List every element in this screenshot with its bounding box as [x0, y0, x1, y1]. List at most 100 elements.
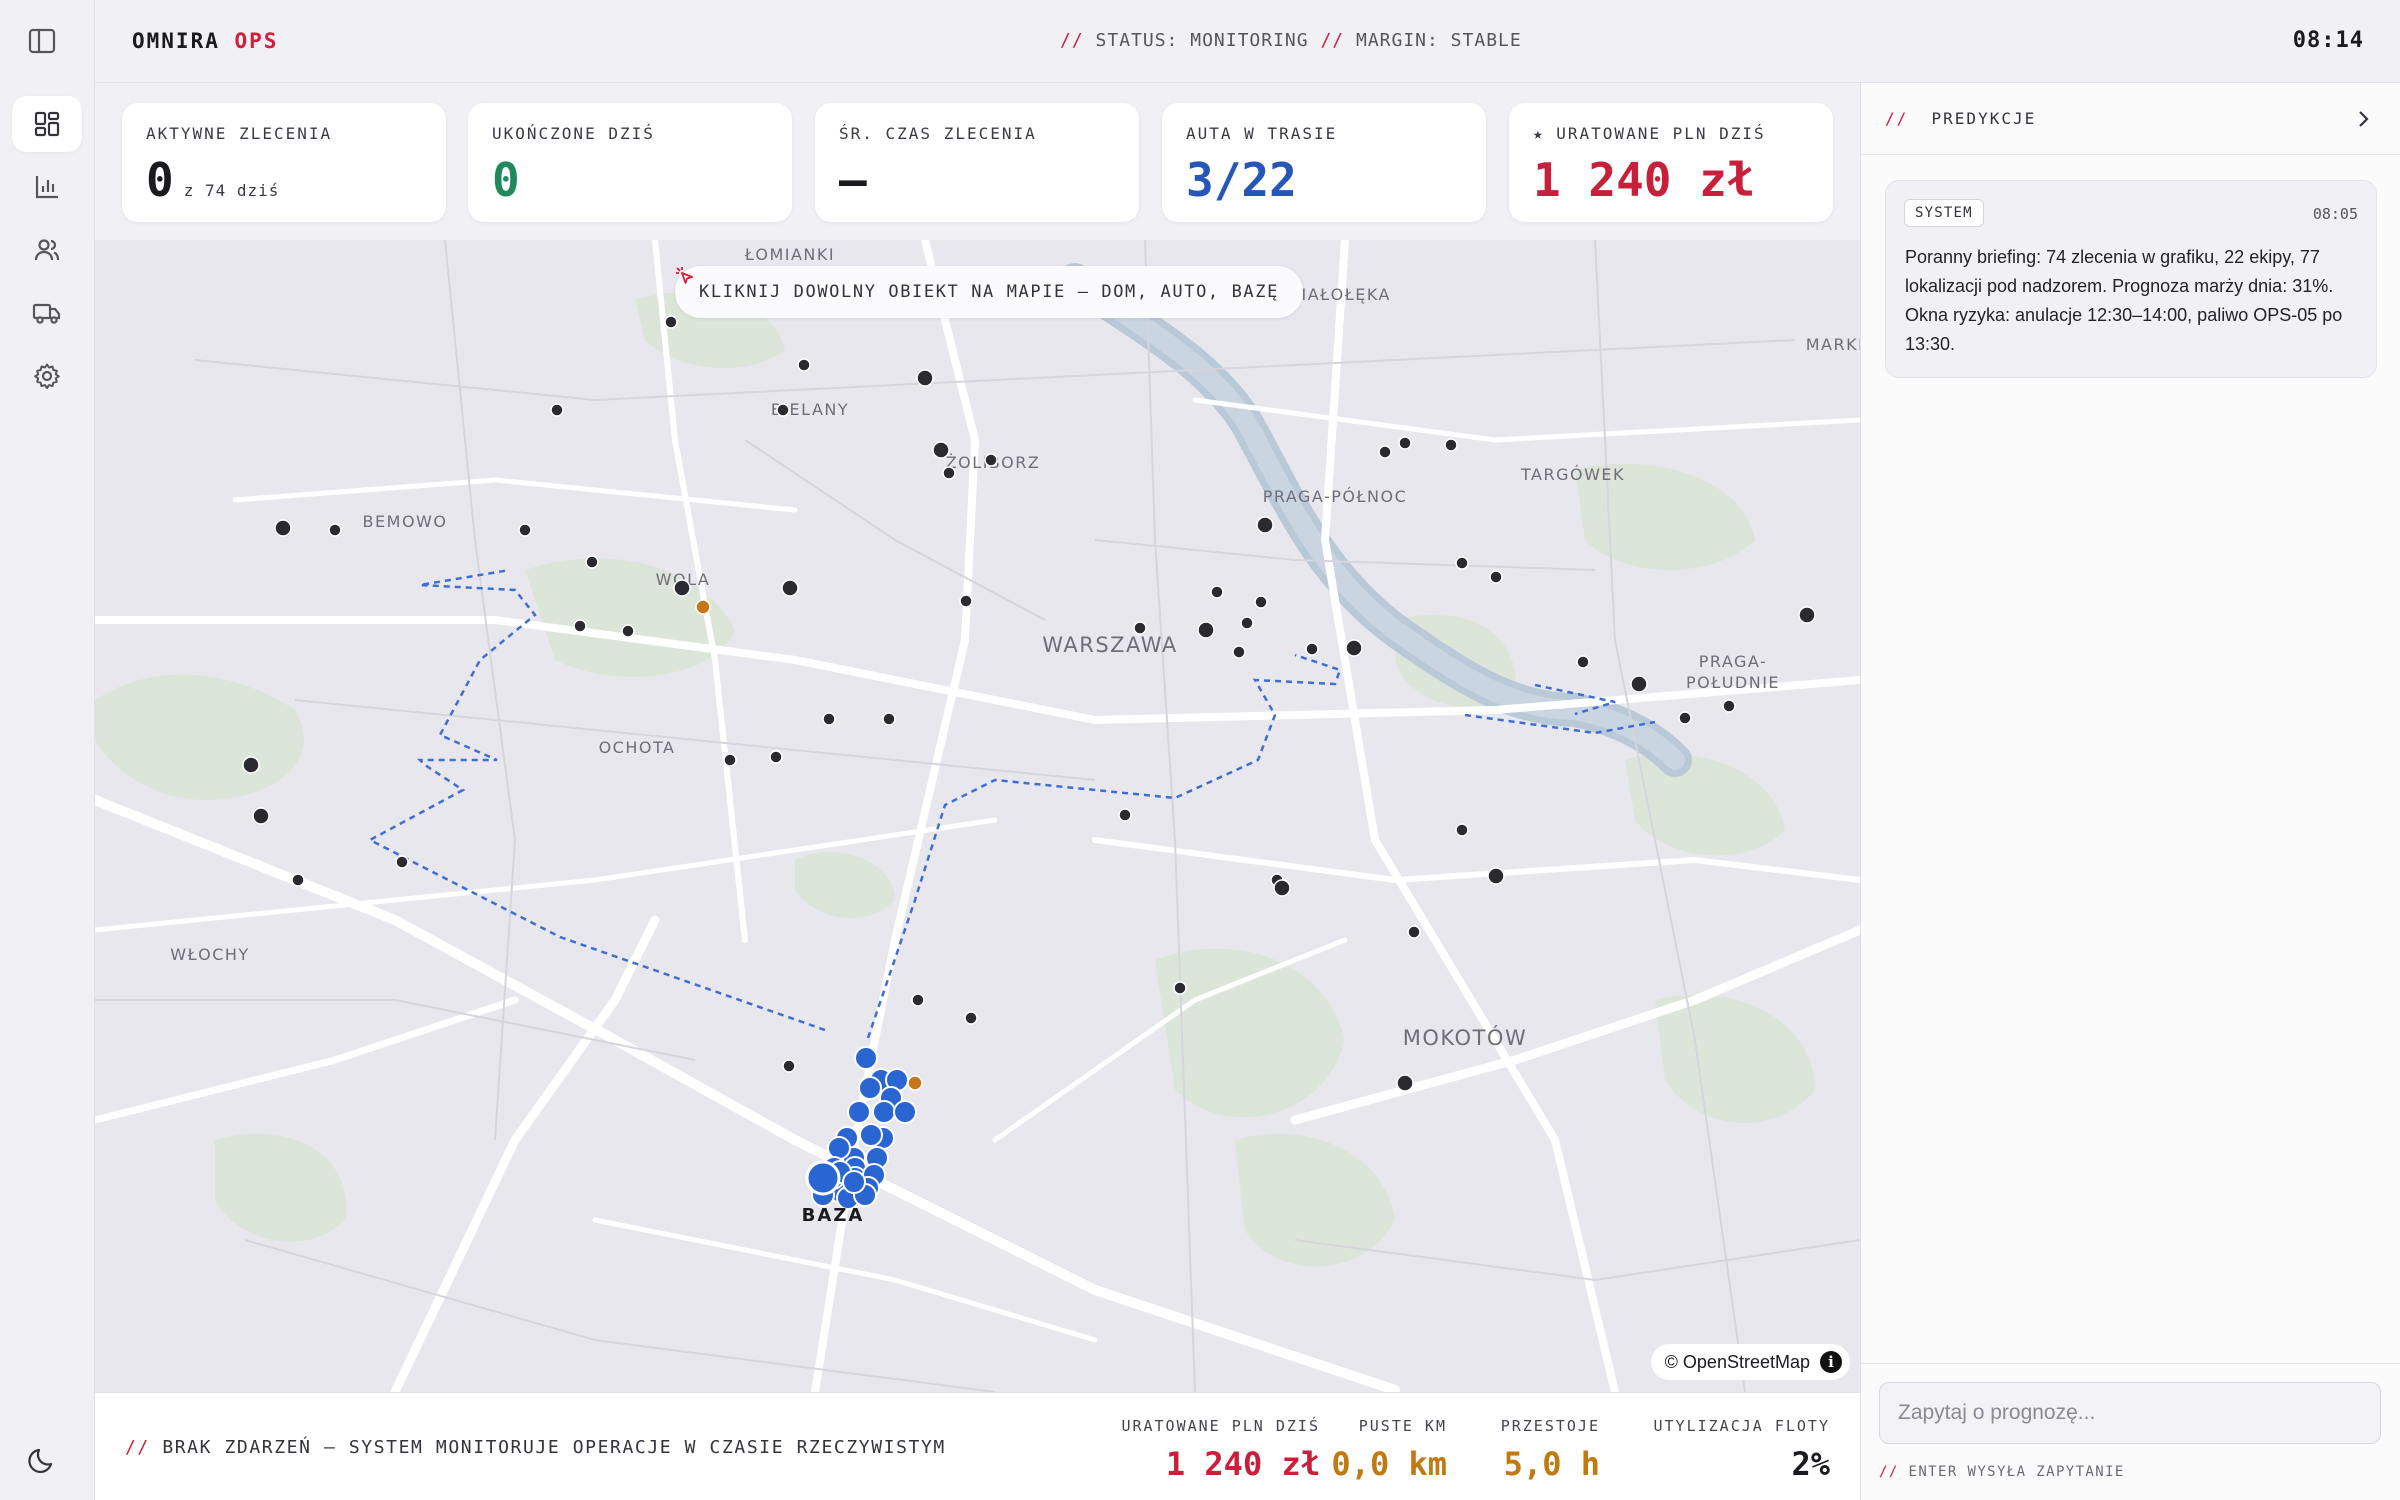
house-marker[interactable]	[518, 523, 532, 537]
enter-hint-prefix: //	[1879, 1464, 1899, 1480]
district-label: ŁOMIANKI	[744, 245, 835, 264]
house-marker[interactable]	[1407, 925, 1421, 939]
map-attribution[interactable]: © OpenStreetMap i	[1650, 1344, 1850, 1380]
house-marker[interactable]	[723, 753, 737, 767]
house-marker[interactable]	[664, 315, 678, 329]
house-marker[interactable]	[1630, 675, 1648, 693]
house-marker[interactable]	[822, 712, 836, 726]
house-marker[interactable]	[1232, 645, 1246, 659]
house-marker[interactable]	[1444, 438, 1458, 452]
collapse-panel-button[interactable]	[2351, 107, 2375, 131]
house-marker[interactable]	[1455, 556, 1469, 570]
house-marker[interactable]	[1798, 606, 1816, 624]
house-marker[interactable]	[769, 750, 783, 764]
house-marker[interactable]	[673, 579, 691, 597]
house-marker[interactable]	[1118, 808, 1132, 822]
house-marker[interactable]	[550, 403, 564, 417]
sidebar-item-settings[interactable]	[12, 348, 82, 404]
house-marker[interactable]	[395, 855, 409, 869]
sidebar-item-dashboard[interactable]	[12, 96, 82, 152]
house-marker[interactable]	[932, 441, 950, 459]
house-marker[interactable]	[1197, 621, 1215, 639]
predictions-panel: // PREDYKCJE SYSTEM 08:05 Poranny briefi…	[1860, 83, 2400, 1500]
map-minor-roads	[95, 240, 1860, 1392]
house-marker[interactable]	[585, 555, 599, 569]
house-marker[interactable]	[1240, 616, 1254, 630]
kpi-value: —	[839, 153, 867, 207]
house-marker[interactable]	[964, 1011, 978, 1025]
house-marker[interactable]	[797, 358, 811, 372]
house-marker[interactable]	[1345, 639, 1363, 657]
users-icon	[34, 239, 60, 261]
kpi-value: 3/22	[1186, 153, 1297, 207]
vehicle-marker[interactable]	[842, 1170, 866, 1194]
house-marker[interactable]	[1722, 699, 1736, 713]
query-input[interactable]	[1879, 1382, 2381, 1444]
panel-title-prefix: //	[1885, 109, 1909, 128]
house-marker[interactable]	[782, 1059, 796, 1073]
vehicle-marker[interactable]	[847, 1100, 871, 1124]
vehicle-marker[interactable]	[859, 1123, 883, 1147]
metric-value: 1 240 zł	[1165, 1445, 1320, 1483]
house-marker[interactable]	[1487, 867, 1505, 885]
margin-text: MARGIN: STABLE	[1355, 30, 1522, 51]
house-marker[interactable]	[1378, 445, 1392, 459]
sidebar-item-analytics[interactable]	[12, 159, 82, 215]
house-marker[interactable]	[984, 453, 998, 467]
sidebar-item-team[interactable]	[12, 222, 82, 278]
district-label: OCHOTA	[599, 738, 676, 757]
map-roads	[95, 240, 1860, 1392]
sidebar-toggle-icon[interactable]	[27, 27, 59, 55]
base-marker[interactable]	[805, 1160, 841, 1196]
house-marker[interactable]	[882, 712, 896, 726]
query-area: // ENTER WYSYŁA ZAPYTANIE	[1861, 1363, 2400, 1500]
house-marker[interactable]	[1254, 595, 1268, 609]
house-marker[interactable]	[916, 369, 934, 387]
events-prefix: //	[125, 1437, 150, 1458]
vehicle-marker[interactable]	[872, 1100, 896, 1124]
house-marker[interactable]	[1210, 585, 1224, 599]
kpi-completed-today: UKOŃCZONE DZIŚ 0	[468, 103, 792, 222]
status-line: // STATUS: MONITORING // MARGIN: STABLE	[1060, 30, 1522, 51]
info-icon[interactable]: i	[1820, 1351, 1842, 1373]
alert-marker[interactable]	[695, 599, 711, 615]
house-marker[interactable]	[252, 807, 270, 825]
house-marker[interactable]	[959, 594, 973, 608]
house-marker[interactable]	[573, 619, 587, 633]
house-marker[interactable]	[1273, 879, 1291, 897]
house-marker[interactable]	[242, 756, 260, 774]
house-marker[interactable]	[1398, 436, 1412, 450]
house-marker[interactable]	[1576, 655, 1590, 669]
house-marker[interactable]	[1678, 711, 1692, 725]
house-marker[interactable]	[1489, 570, 1503, 584]
house-marker[interactable]	[1256, 516, 1274, 534]
house-marker[interactable]	[1133, 621, 1147, 635]
map-canvas[interactable]: ŁOMIANKIBIAŁOŁĘKAMARKIBIELANYŻOLIBORZTAR…	[95, 240, 1860, 1392]
vehicle-marker[interactable]	[854, 1046, 878, 1070]
vehicle-marker[interactable]	[893, 1100, 917, 1124]
sidebar-item-fleet[interactable]	[12, 285, 82, 341]
district-label: PRAGA-	[1699, 652, 1768, 671]
house-marker[interactable]	[1455, 823, 1469, 837]
metric-label: PRZESTOJE	[1500, 1417, 1600, 1435]
vehicle-marker[interactable]	[858, 1076, 882, 1100]
house-marker[interactable]	[291, 873, 305, 887]
theme-toggle[interactable]	[27, 1444, 59, 1476]
brand-logo: OMNIRA OPS	[132, 29, 278, 53]
house-marker[interactable]	[621, 624, 635, 638]
house-marker[interactable]	[274, 519, 292, 537]
house-marker[interactable]	[1173, 981, 1187, 995]
metric-downtime: PRZESTOJE 5,0 h	[1501, 1417, 1600, 1483]
kpi-avg-order-time: ŚR. CZAS ZLECENIA —	[815, 103, 1139, 222]
house-marker[interactable]	[942, 466, 956, 480]
vehicle-marker[interactable]	[827, 1136, 851, 1160]
house-marker[interactable]	[328, 523, 342, 537]
kpi-saved-pln: ★ URATOWANE PLN DZIŚ 1 240 zł	[1509, 103, 1833, 222]
house-marker[interactable]	[911, 993, 925, 1007]
house-marker[interactable]	[1396, 1074, 1414, 1092]
house-marker[interactable]	[776, 403, 790, 417]
house-marker[interactable]	[1305, 642, 1319, 656]
map[interactable]: ŁOMIANKIBIAŁOŁĘKAMARKIBIELANYŻOLIBORZTAR…	[95, 240, 1860, 1392]
house-marker[interactable]	[781, 579, 799, 597]
alert-marker[interactable]	[907, 1075, 923, 1091]
